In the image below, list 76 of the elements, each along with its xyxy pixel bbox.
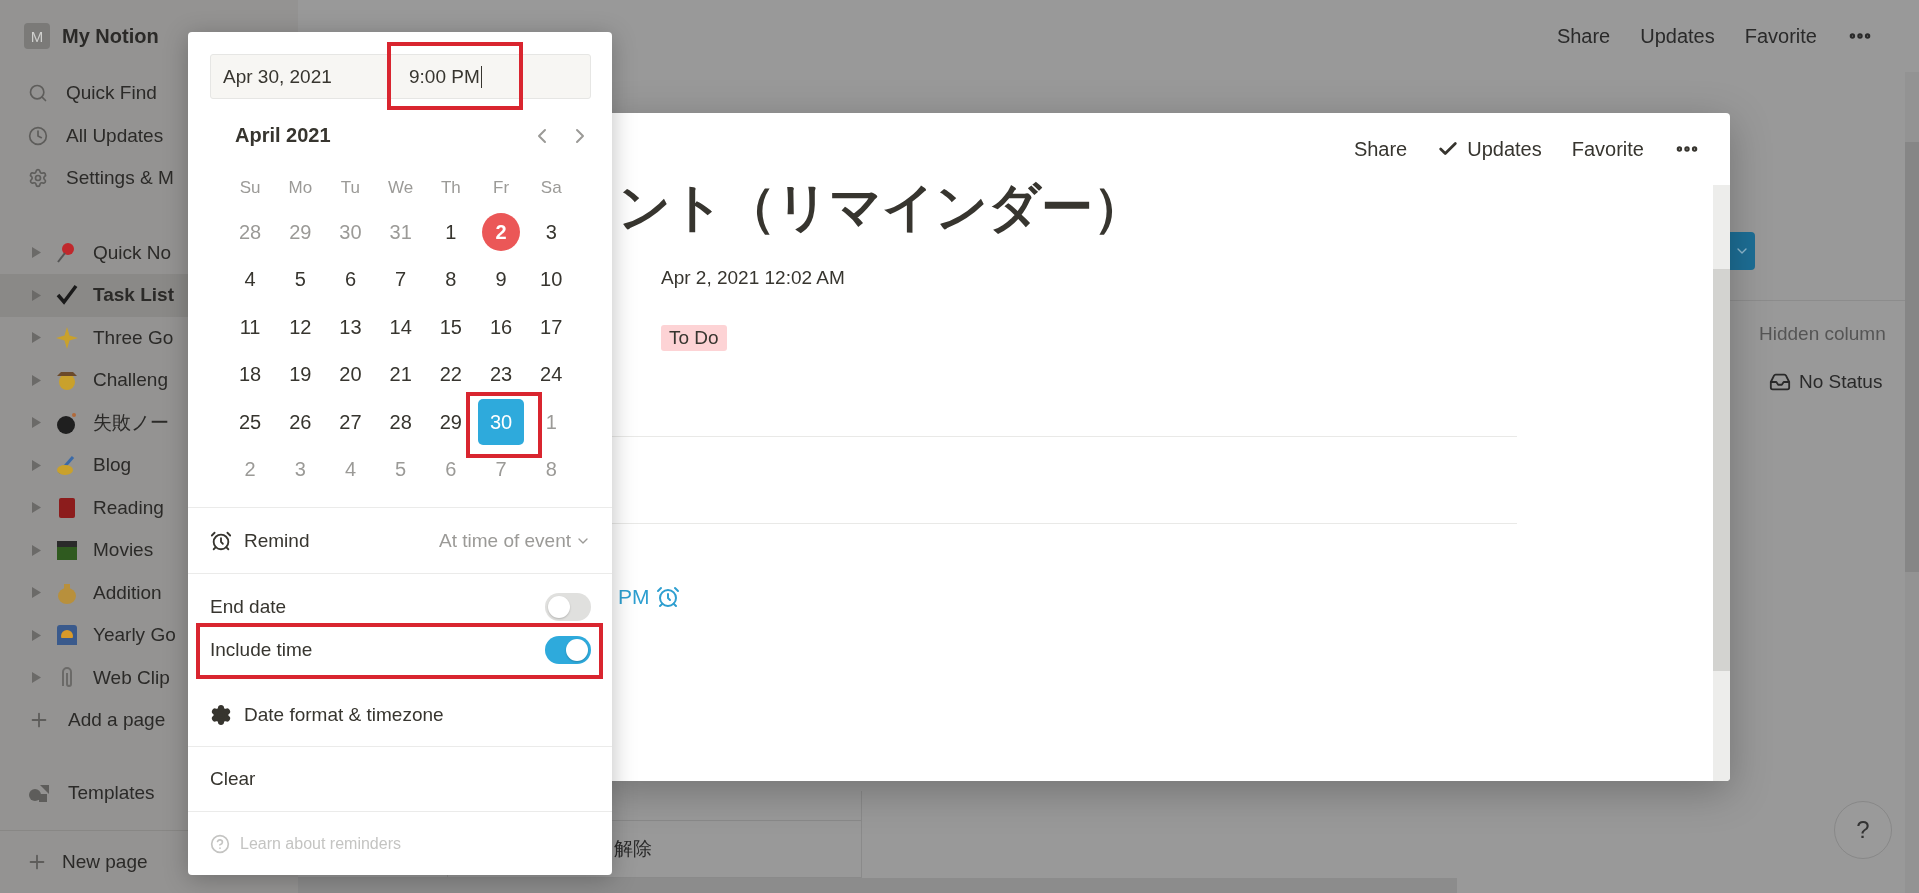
- month-title: April 2021: [235, 124, 331, 148]
- caret-icon[interactable]: [32, 417, 41, 429]
- calendar-day[interactable]: 9: [482, 260, 521, 299]
- caret-icon[interactable]: [32, 332, 41, 344]
- alarm-clock-icon: [655, 585, 680, 609]
- caret-icon[interactable]: [32, 672, 41, 684]
- clear-item[interactable]: Clear: [188, 746, 612, 812]
- calendar-day[interactable]: 17: [532, 308, 571, 347]
- page-title: ント（リマインダー）: [617, 177, 1146, 237]
- clapperboard-icon: [55, 538, 79, 563]
- bomb-icon: [55, 410, 79, 435]
- calendar-day[interactable]: 24: [532, 355, 571, 394]
- hidden-columns-label: Hidden column: [1758, 323, 1887, 345]
- calendar-day[interactable]: 25: [231, 403, 270, 442]
- calendar-day[interactable]: 27: [331, 403, 370, 442]
- weekday-label: Tu: [339, 177, 362, 200]
- caret-icon[interactable]: [32, 587, 41, 599]
- toggle-switch[interactable]: [545, 593, 591, 622]
- caret-icon[interactable]: [32, 247, 41, 259]
- modal-action[interactable]: Updates: [1437, 137, 1542, 161]
- calendar-day[interactable]: 3: [532, 213, 571, 252]
- alarm-clock-icon: [210, 529, 232, 552]
- calendar-day[interactable]: 19: [281, 355, 320, 394]
- shapes-icon: [28, 782, 50, 803]
- calendar-day[interactable]: 28: [381, 403, 420, 442]
- calendar-day[interactable]: 22: [431, 355, 470, 394]
- workspace-name[interactable]: My Notion: [62, 24, 159, 48]
- clock-icon: [28, 125, 48, 146]
- status-tag[interactable]: To Do: [661, 325, 727, 351]
- calendar-day[interactable]: 1: [431, 213, 470, 252]
- calendar-day[interactable]: 23: [482, 355, 521, 394]
- calendar-day[interactable]: 21: [381, 355, 420, 394]
- calendar-day[interactable]: 29: [431, 403, 470, 442]
- topbar-action[interactable]: Favorite: [1744, 24, 1817, 48]
- weekday-label: Th: [439, 177, 462, 200]
- caret-icon[interactable]: [32, 374, 41, 386]
- date-time-field[interactable]: Apr 30, 2021 9:00 PM: [210, 54, 591, 99]
- scrollbar[interactable]: [1713, 185, 1730, 781]
- calendar-day[interactable]: 8: [431, 260, 470, 299]
- workspace-icon: M: [24, 23, 50, 49]
- toggle-switch[interactable]: [545, 636, 591, 665]
- modal-action[interactable]: Share: [1353, 137, 1408, 161]
- calendar-day[interactable]: 16: [482, 308, 521, 347]
- settings-icon: [210, 703, 232, 726]
- calendar-day[interactable]: 20: [331, 355, 370, 394]
- help-icon: [210, 833, 230, 854]
- calendar-day[interactable]: 15: [431, 308, 470, 347]
- search-icon: [28, 83, 48, 104]
- calendar-day[interactable]: 6: [331, 260, 370, 299]
- caret-icon[interactable]: [32, 289, 41, 301]
- modal-action[interactable]: Favorite: [1571, 137, 1644, 161]
- settings-icon: [28, 168, 48, 189]
- created-time-value: Apr 2, 2021 12:02 AM: [661, 267, 846, 289]
- caret-icon[interactable]: [32, 459, 41, 471]
- calendar-day[interactable]: 14: [381, 308, 420, 347]
- weekday-label: We: [387, 177, 415, 200]
- calendar-day[interactable]: 18: [231, 355, 270, 394]
- caret-icon[interactable]: [32, 629, 41, 641]
- caret-icon[interactable]: [32, 544, 41, 556]
- weekday-label: Mo: [287, 177, 314, 200]
- dropdown-button[interactable]: [1729, 232, 1755, 270]
- weekday-label: Sa: [539, 177, 563, 200]
- calendar-day[interactable]: 13: [331, 308, 370, 347]
- caret-icon[interactable]: [32, 502, 41, 514]
- weekday-label: Su: [238, 177, 262, 200]
- inbox-icon: [1769, 371, 1791, 393]
- weekday-label: Fr: [492, 177, 511, 200]
- remind-row[interactable]: Remind At time of event: [188, 508, 612, 573]
- calendar-day[interactable]: 7: [381, 260, 420, 299]
- calendar-day[interactable]: 10: [532, 260, 571, 299]
- help-button[interactable]: ?: [1834, 801, 1892, 859]
- topbar-action[interactable]: Share: [1556, 24, 1611, 48]
- topbar-action[interactable]: Updates: [1640, 24, 1715, 48]
- sunrise-icon: [55, 623, 79, 648]
- group-header: No Status: [1729, 371, 1905, 393]
- calendar-day[interactable]: 26: [281, 403, 320, 442]
